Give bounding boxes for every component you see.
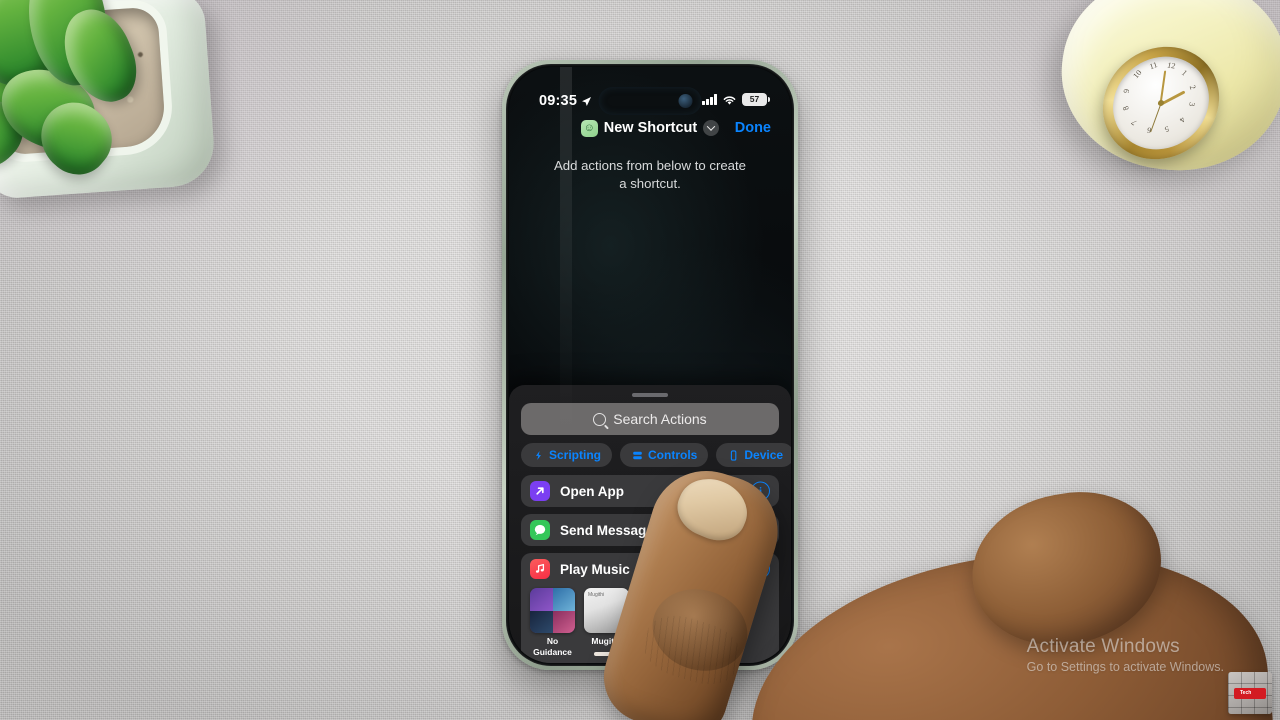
status-bar: 09:35 57 bbox=[509, 67, 791, 115]
photo-scene: 12 1 2 3 4 5 6 7 8 9 10 11 09:35 57 ☺ Ne… bbox=[0, 0, 1280, 720]
clock-numeral: 9 bbox=[1121, 88, 1132, 94]
album-artwork bbox=[530, 588, 575, 633]
hint-line-2: a shortcut. bbox=[619, 175, 681, 191]
action-list[interactable]: Open App i Send Message i Play Music i N… bbox=[521, 475, 779, 663]
category-pill-label: Controls bbox=[648, 448, 698, 462]
status-bar-indicators: 57 bbox=[702, 93, 770, 106]
action-row-label: Open App bbox=[560, 483, 624, 499]
category-pill-scripting[interactable]: Scripting bbox=[521, 443, 613, 467]
logo-red-key: Tech bbox=[1234, 688, 1266, 699]
shortcuts-app-icon: ☺ bbox=[580, 119, 598, 137]
clock-center-pin bbox=[1157, 99, 1165, 107]
battery-percent: 57 bbox=[749, 94, 760, 105]
desk-clock: 12 1 2 3 4 5 6 7 8 9 10 11 bbox=[1049, 0, 1280, 185]
album-item[interactable]: No Guidance bbox=[530, 588, 575, 657]
album-title-line-1: Ol'sku bbox=[701, 636, 728, 646]
clock-numeral: 11 bbox=[1148, 60, 1159, 72]
messages-icon bbox=[530, 520, 550, 540]
search-icon bbox=[593, 412, 607, 426]
album-title: Mugithi bbox=[584, 636, 629, 647]
album-art-caption: Mugithi bbox=[588, 592, 605, 598]
clock-numeral: 10 bbox=[1131, 68, 1144, 81]
clock-numeral: 8 bbox=[1120, 104, 1131, 112]
channel-logo-badge: Tech bbox=[1228, 672, 1272, 714]
info-icon[interactable]: i bbox=[751, 481, 770, 501]
hint-line-1: Add actions from below to create bbox=[553, 158, 747, 173]
action-row-play-music[interactable]: Play Music i No Guidance Mugithi Mugithi Get… bbox=[521, 553, 779, 663]
album-artwork: Mugithi bbox=[584, 588, 629, 633]
album-title-line-2: Guidance bbox=[533, 646, 572, 657]
search-placeholder: Search Actions bbox=[613, 411, 707, 427]
battery-icon: 57 bbox=[742, 93, 770, 106]
home-indicator[interactable] bbox=[594, 652, 706, 656]
category-pill-device[interactable]: Device bbox=[716, 443, 791, 467]
sheet-grabber[interactable] bbox=[632, 393, 668, 397]
status-bar-time-group: 09:35 bbox=[539, 93, 592, 109]
album-item[interactable]: Mugithi Mugithi bbox=[584, 588, 629, 657]
clock-numeral: 12 bbox=[1166, 60, 1177, 71]
info-icon[interactable]: i bbox=[751, 559, 770, 579]
category-pill-label: Scripting bbox=[549, 448, 602, 462]
album-artwork bbox=[692, 588, 737, 633]
wifi-icon bbox=[723, 95, 736, 105]
search-input[interactable]: Search Actions bbox=[521, 403, 779, 435]
page-title: New Shortcut bbox=[603, 120, 698, 136]
action-row-open-app[interactable]: Open App i bbox=[521, 475, 779, 507]
category-pill-row[interactable]: ScriptingControlsDeviceLoc bbox=[521, 443, 791, 467]
shortcut-nav-bar: ☺ New Shortcut Done bbox=[509, 111, 791, 145]
album-title-line-1: Mugithi bbox=[591, 636, 622, 646]
phone-screen[interactable]: 09:35 57 ☺ New Shortcut Done Add actions… bbox=[509, 67, 791, 663]
scripting-icon bbox=[532, 449, 544, 461]
album-item[interactable]: Get Richor Die Tr... bbox=[638, 588, 683, 657]
category-pill-label: Device bbox=[744, 448, 784, 462]
clock-numeral: 5 bbox=[1163, 124, 1171, 134]
clock-numeral: 2 bbox=[1187, 83, 1198, 91]
play-music-header[interactable]: Play Music i bbox=[521, 553, 779, 585]
status-bar-time: 09:35 bbox=[539, 93, 578, 109]
actions-bottom-sheet[interactable]: Search Actions ScriptingControlsDeviceLo… bbox=[509, 385, 791, 663]
potted-succulent bbox=[0, 0, 232, 200]
clock-numeral: 3 bbox=[1186, 101, 1197, 107]
category-pill-controls[interactable]: Controls bbox=[620, 443, 709, 467]
clock-numeral: 4 bbox=[1177, 115, 1188, 124]
info-icon[interactable]: i bbox=[751, 520, 770, 540]
album-artwork bbox=[638, 588, 683, 633]
album-item[interactable]: Ol'sku By Chris bbox=[692, 588, 737, 657]
action-row-label: Send Message bbox=[560, 522, 654, 538]
clock-second-hand bbox=[1149, 103, 1162, 133]
iphone-device: 09:35 57 ☺ New Shortcut Done Add actions… bbox=[502, 60, 798, 670]
chevron-down-icon[interactable] bbox=[703, 120, 720, 136]
controls-icon bbox=[631, 449, 643, 461]
shortcut-title-group[interactable]: ☺ New Shortcut bbox=[580, 119, 720, 137]
done-button[interactable]: Done bbox=[735, 120, 771, 136]
album-title-line-1: Get Rich bbox=[643, 636, 678, 646]
device-icon bbox=[727, 449, 739, 461]
open-app-icon bbox=[530, 481, 550, 501]
cellular-signal-icon bbox=[702, 94, 717, 105]
action-row-send-message[interactable]: Send Message i bbox=[521, 514, 779, 546]
location-arrow-icon bbox=[582, 96, 592, 106]
clock-numeral: 7 bbox=[1129, 117, 1139, 128]
clock-numeral: 1 bbox=[1179, 68, 1190, 78]
empty-state-hint: Add actions from below to create a short… bbox=[509, 157, 791, 193]
album-title: No Guidance bbox=[530, 636, 575, 657]
front-camera-lens bbox=[678, 94, 693, 108]
action-row-label: Play Music bbox=[560, 561, 630, 577]
phone-bezel: 09:35 57 ☺ New Shortcut Done Add actions… bbox=[506, 64, 794, 666]
music-icon bbox=[530, 559, 550, 579]
album-title-line-1: No bbox=[546, 636, 559, 646]
